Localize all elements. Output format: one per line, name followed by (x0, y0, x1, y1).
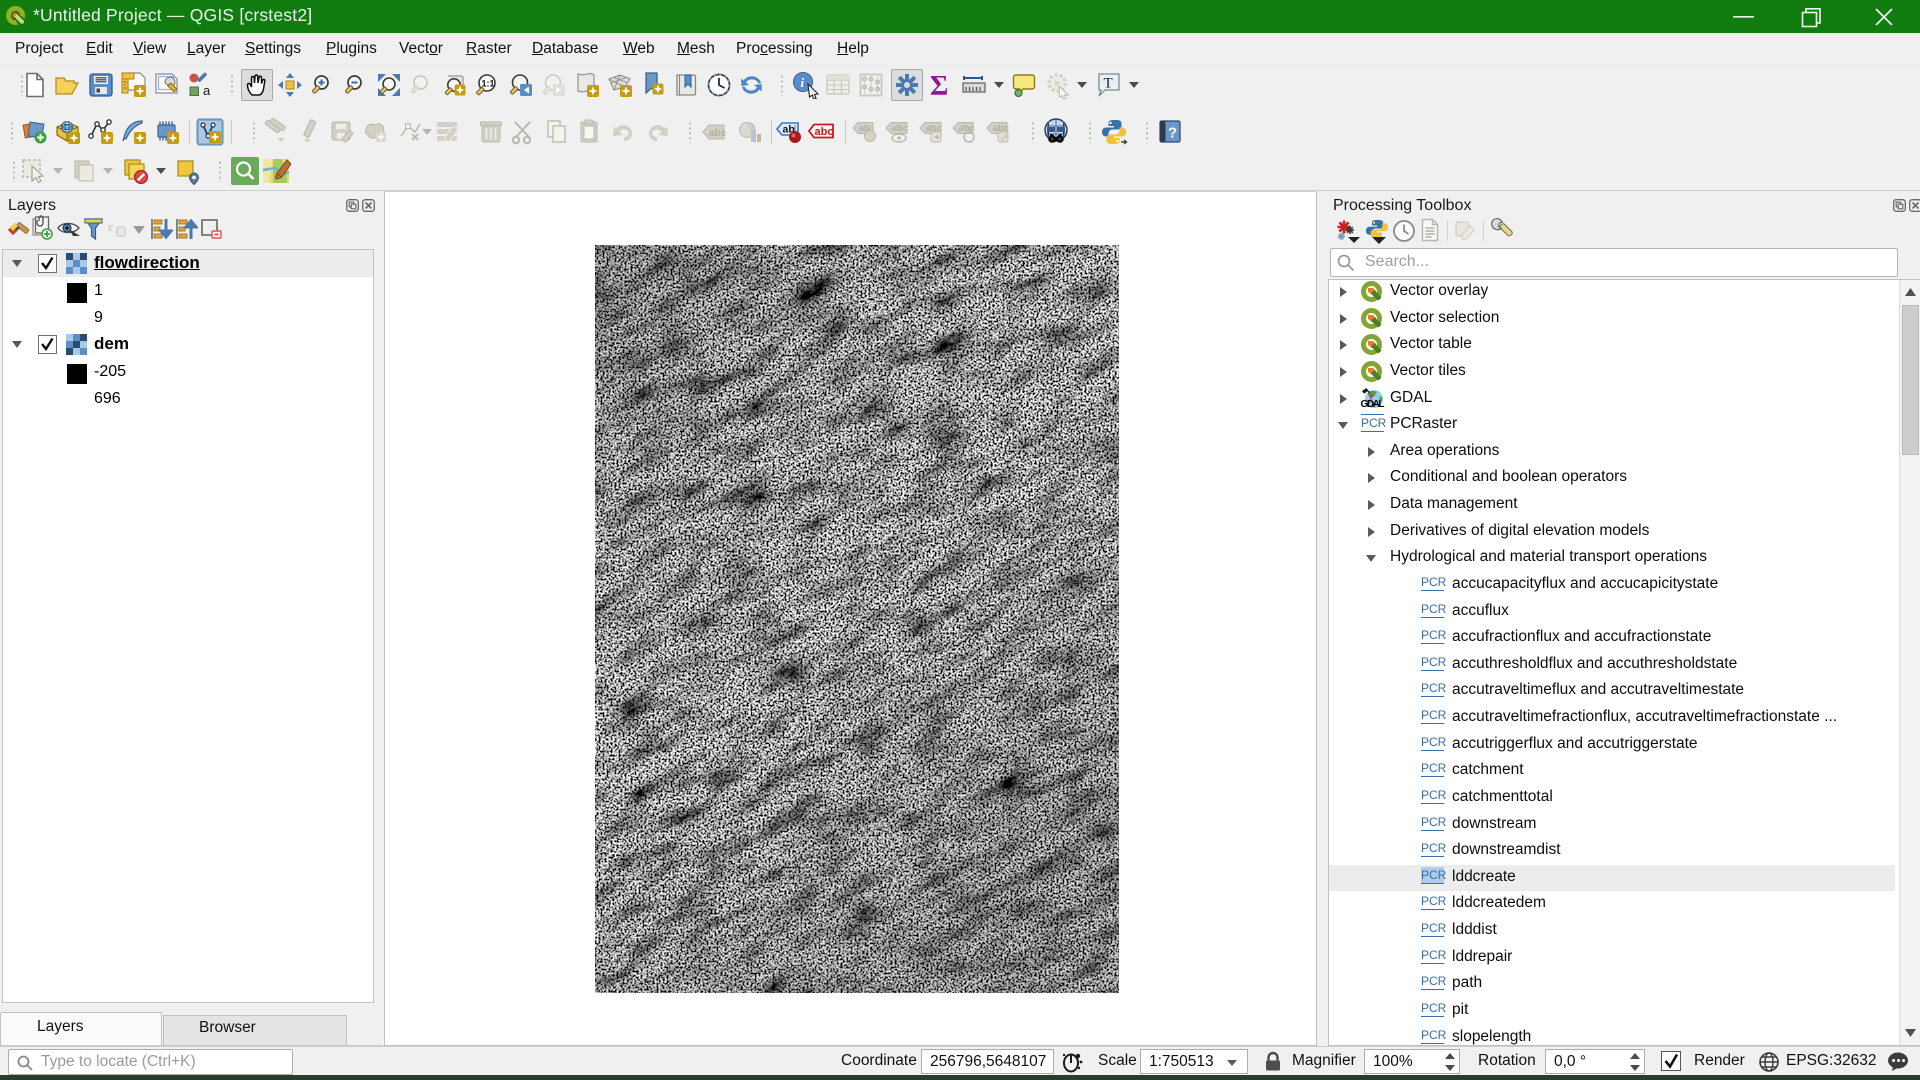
svg-text:Σ: Σ (930, 71, 948, 100)
svg-text:1:1: 1:1 (482, 79, 495, 89)
svg-text:abc: abc (709, 128, 727, 139)
svg-text:i: i (801, 75, 805, 90)
svg-text:ε: ε (108, 219, 114, 234)
svg-text:T: T (1104, 76, 1113, 92)
svg-text:abc: abc (815, 126, 834, 138)
svg-text:?: ? (1168, 125, 1177, 142)
svg-text:a: a (203, 83, 211, 98)
svg-text:GDAL: GDAL (1361, 399, 1385, 410)
svg-text:abc: abc (892, 123, 908, 134)
